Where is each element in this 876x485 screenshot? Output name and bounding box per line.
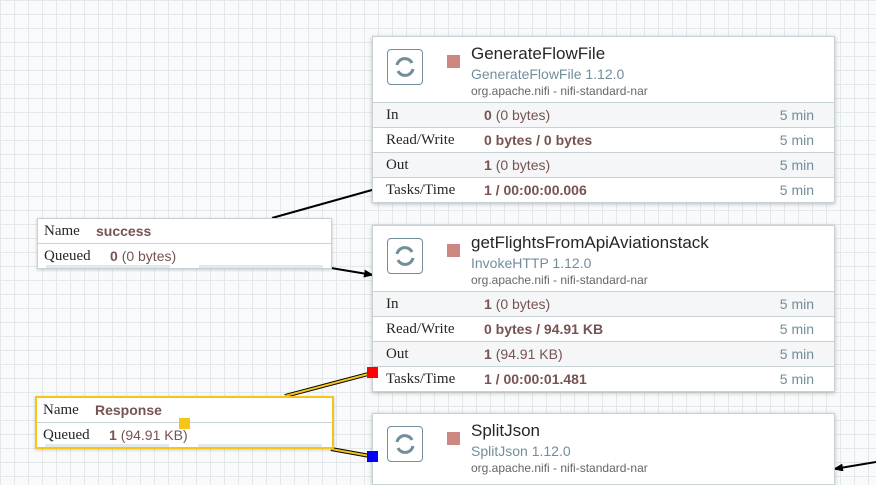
- processor-icon: [387, 238, 423, 274]
- stat-time: 5 min: [779, 132, 814, 148]
- connection-line-response-target: [330, 448, 371, 457]
- connection-queued-row: Queued 0 (0 bytes): [38, 243, 331, 268]
- processor-type: SplitJson 1.12.0: [471, 443, 571, 459]
- processor-bundle: org.apache.nifi - nifi-standard-nar: [471, 84, 648, 98]
- connection-target-handle[interactable]: [367, 451, 378, 462]
- processor-name: getFlightsFromApiAviationstack: [471, 233, 709, 252]
- stat-time: 5 min: [779, 157, 814, 173]
- stat-label: In: [386, 296, 399, 312]
- queue-bar-count: [46, 265, 170, 268]
- connection-line-offscreen: [833, 461, 876, 471]
- stat-time: 5 min: [779, 346, 814, 362]
- stat-row-tasks: Tasks/Time 1 / 00:00:01.481 5 min: [373, 366, 834, 391]
- queue-bar-size: [198, 444, 322, 447]
- processor-type: GenerateFlowFile 1.12.0: [471, 66, 625, 82]
- processor-header: SplitJson SplitJson 1.12.0 org.apache.ni…: [373, 414, 834, 479]
- stat-label: In: [386, 107, 399, 123]
- stat-value: 0 (0 bytes): [484, 107, 551, 123]
- connection-name-row: Name success: [38, 219, 331, 243]
- connection-name-key: Name: [43, 402, 79, 418]
- processor-type: InvokeHTTP 1.12.0: [471, 255, 592, 271]
- stopped-state-icon: [447, 432, 460, 445]
- processor-name: GenerateFlowFile: [471, 44, 606, 63]
- stat-label: Out: [386, 157, 409, 173]
- connection-line-response-source-outline: [284, 371, 373, 398]
- stat-label: Read/Write: [386, 321, 455, 337]
- stat-row-out: Out 1 (94.91 KB) 5 min: [373, 341, 834, 366]
- processor-icon: [387, 49, 423, 85]
- queue-bar-count: [45, 444, 169, 447]
- processor-generateflowfile[interactable]: GenerateFlowFile GenerateFlowFile 1.12.0…: [372, 36, 835, 203]
- stat-time: 5 min: [779, 371, 814, 387]
- stat-row-in: In 1 (0 bytes) 5 min: [373, 291, 834, 316]
- connection-name: success: [96, 223, 152, 239]
- stat-row-read-write: Read/Write 0 bytes / 0 bytes 5 min: [373, 127, 834, 152]
- connection-line-success-source: [271, 189, 373, 219]
- stat-time: 5 min: [779, 182, 814, 198]
- stopped-state-icon: [447, 55, 460, 68]
- processor-bundle: org.apache.nifi - nifi-standard-nar: [471, 273, 648, 287]
- connection-source-handle[interactable]: [367, 367, 378, 378]
- stat-time: 5 min: [779, 321, 814, 337]
- connection-line-response-target-outline: [330, 447, 371, 458]
- stat-label: Out: [386, 346, 409, 362]
- queue-bar-size: [199, 265, 323, 268]
- processor-bundle: org.apache.nifi - nifi-standard-nar: [471, 461, 648, 475]
- stat-row-read-write: Read/Write 0 bytes / 94.91 KB 5 min: [373, 316, 834, 341]
- stat-value: 1 / 00:00:01.481: [484, 371, 587, 387]
- connection-name: Response: [95, 402, 162, 418]
- stopped-state-icon: [447, 244, 460, 257]
- connection-line-success-target: [330, 267, 374, 278]
- processor-header: getFlightsFromApiAviationstack InvokeHTT…: [373, 226, 834, 291]
- processor-getflightsfromapiaviationstack[interactable]: getFlightsFromApiAviationstack InvokeHTT…: [372, 225, 835, 392]
- processor-splitjson[interactable]: SplitJson SplitJson 1.12.0 org.apache.ni…: [372, 413, 835, 485]
- stat-value: 1 (94.91 KB): [484, 346, 563, 362]
- connection-label-success[interactable]: Name success Queued 0 (0 bytes): [37, 218, 332, 269]
- processor-name: SplitJson: [471, 421, 540, 440]
- stat-value: 1 (0 bytes): [484, 157, 551, 173]
- connection-line-response-source: [284, 372, 373, 397]
- processor-icon: [387, 426, 423, 462]
- stat-value: 1 (0 bytes): [484, 296, 551, 312]
- stat-value: 1 / 00:00:00.006: [484, 182, 587, 198]
- connection-midpoint-handle[interactable]: [179, 418, 190, 429]
- stat-label: Read/Write: [386, 132, 455, 148]
- stat-row-in: In 0 (0 bytes) 5 min: [373, 102, 834, 127]
- stat-label: Tasks/Time: [386, 371, 456, 387]
- stat-value: 0 bytes / 94.91 KB: [484, 321, 604, 337]
- stat-row-out: Out 1 (0 bytes) 5 min: [373, 152, 834, 177]
- stat-row-tasks: Tasks/Time 1 / 00:00:00.006 5 min: [373, 177, 834, 202]
- stat-label: Tasks/Time: [386, 182, 456, 198]
- processor-header: GenerateFlowFile GenerateFlowFile 1.12.0…: [373, 37, 834, 102]
- connection-name-key: Name: [44, 223, 80, 239]
- stat-time: 5 min: [779, 296, 814, 312]
- stat-time: 5 min: [779, 107, 814, 123]
- stat-value: 0 bytes / 0 bytes: [484, 132, 593, 148]
